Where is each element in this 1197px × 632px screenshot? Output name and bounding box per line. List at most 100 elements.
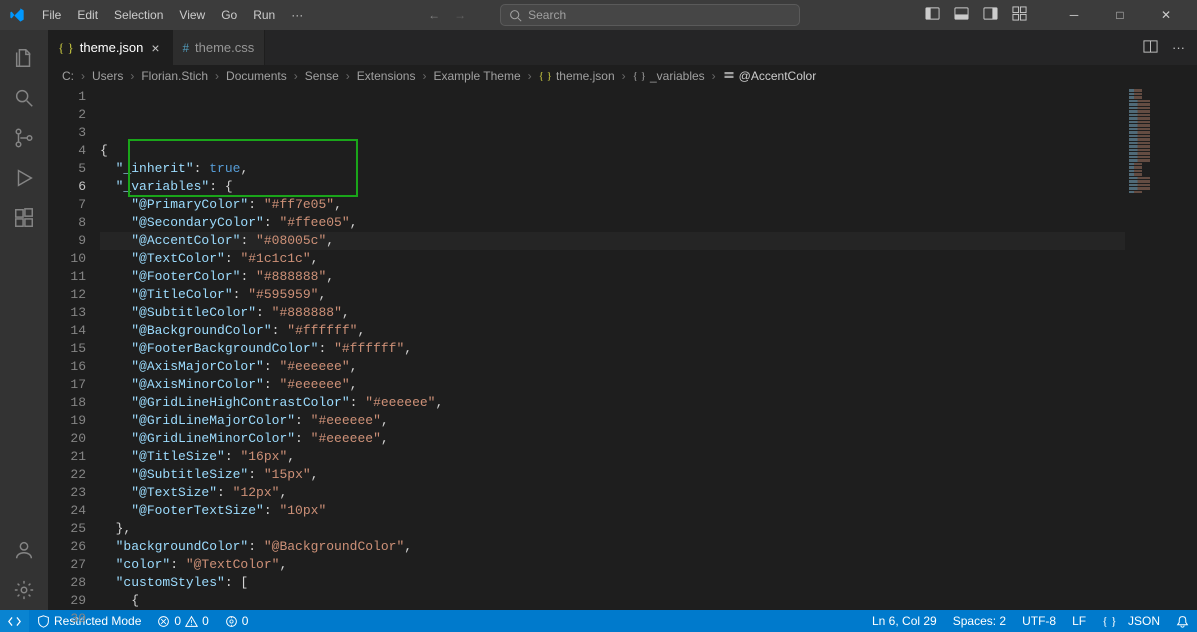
extensions-activity-icon[interactable] [0, 198, 48, 238]
breadcrumb-segment[interactable]: { }theme.json [539, 69, 615, 83]
customize-layout-icon[interactable] [1012, 6, 1027, 24]
breadcrumb-segment[interactable]: Extensions [357, 69, 416, 83]
code-line[interactable]: "_variables": { [100, 178, 1125, 196]
breadcrumb-segment[interactable]: Sense [305, 69, 339, 83]
window-minimize-button[interactable]: ─ [1051, 0, 1097, 30]
breadcrumb-segment[interactable]: Users [92, 69, 123, 83]
editor[interactable]: 1234567891011121314151617181920212223242… [48, 87, 1197, 610]
minimap-line [1129, 124, 1171, 127]
warning-icon [185, 615, 198, 628]
code-line[interactable]: "@SecondaryColor": "#ffee05", [100, 214, 1125, 232]
code-line[interactable]: "@FooterBackgroundColor": "#ffffff", [100, 340, 1125, 358]
toggle-sidebar-right-icon[interactable] [983, 6, 998, 24]
code-line[interactable]: "@SubtitleSize": "15px", [100, 466, 1125, 484]
menu-go[interactable]: Go [213, 0, 245, 30]
menu-overflow-button[interactable]: ··· [283, 8, 311, 22]
code-line[interactable]: "color": "@TextColor", [100, 556, 1125, 574]
code-line[interactable]: "@SubtitleColor": "#888888", [100, 304, 1125, 322]
code-line[interactable]: "@GridLineMinorColor": "#eeeeee", [100, 430, 1125, 448]
code-line[interactable]: "customStyles": [ [100, 574, 1125, 592]
problems-button[interactable]: 0 0 [149, 610, 216, 632]
code-line[interactable]: "@TextColor": "#1c1c1c", [100, 250, 1125, 268]
explorer-activity-icon[interactable] [0, 38, 48, 78]
eol-button[interactable]: LF [1064, 610, 1094, 632]
settings-activity-icon[interactable] [0, 570, 48, 610]
minimap-line [1129, 93, 1155, 96]
minimap-line [1129, 191, 1155, 194]
menu-file[interactable]: File [34, 0, 69, 30]
breadcrumb-segment[interactable]: { }_variables [633, 69, 705, 83]
code-line[interactable]: "@GridLineHighContrastColor": "#eeeeee", [100, 394, 1125, 412]
code-line[interactable]: "backgroundColor": "@BackgroundColor", [100, 538, 1125, 556]
breadcrumbs[interactable]: C:›Users›Florian.Stich›Documents›Sense›E… [48, 65, 1197, 87]
minimap-line [1129, 121, 1171, 124]
code-line[interactable]: "@TitleSize": "16px", [100, 448, 1125, 466]
chevron-right-icon: › [78, 69, 88, 83]
title-bar: FileEditSelectionViewGoRun ··· ← → Searc… [0, 0, 1197, 30]
window-close-button[interactable]: ✕ [1143, 0, 1189, 30]
tab-label: theme.css [195, 40, 254, 55]
minimap-line [1129, 138, 1171, 141]
breadcrumb-segment[interactable]: C: [62, 69, 74, 83]
line-number: 24 [48, 502, 86, 520]
minimap-line [1129, 135, 1171, 138]
error-count: 0 [174, 614, 181, 628]
code-line[interactable]: "@BackgroundColor": "#ffffff", [100, 322, 1125, 340]
minimap-line [1129, 163, 1155, 166]
tab-theme-json[interactable]: { }theme.json× [48, 30, 173, 65]
ports-button[interactable]: 0 [217, 610, 257, 632]
code-line[interactable]: "@FooterTextSize": "10px" [100, 502, 1125, 520]
chevron-right-icon: › [127, 69, 137, 83]
cursor-position-button[interactable]: Ln 6, Col 29 [864, 610, 945, 632]
line-number-gutter: 1234567891011121314151617181920212223242… [48, 87, 100, 610]
remote-indicator-button[interactable] [0, 610, 29, 632]
breadcrumb-segment[interactable]: @AccentColor [723, 69, 817, 84]
code-line[interactable]: "@AccentColor": "#08005c", [100, 232, 1125, 250]
nav-back-button[interactable]: ← [428, 8, 440, 22]
accounts-activity-icon[interactable] [0, 530, 48, 570]
code-line[interactable]: "_inherit": true, [100, 160, 1125, 178]
menu-edit[interactable]: Edit [69, 0, 106, 30]
code-line[interactable]: "@AxisMinorColor": "#eeeeee", [100, 376, 1125, 394]
menu-selection[interactable]: Selection [106, 0, 171, 30]
code-line[interactable]: { [100, 142, 1125, 160]
nav-forward-button[interactable]: → [454, 8, 466, 22]
encoding-button[interactable]: UTF-8 [1014, 610, 1064, 632]
toggle-panel-icon[interactable] [954, 6, 969, 24]
minimap-line [1129, 145, 1171, 148]
menu-run[interactable]: Run [245, 0, 283, 30]
line-number: 16 [48, 358, 86, 376]
toggle-sidebar-left-icon[interactable] [925, 6, 940, 24]
tab-theme-css[interactable]: #theme.css [173, 30, 266, 65]
search-activity-icon[interactable] [0, 78, 48, 118]
code-line[interactable]: "@PrimaryColor": "#ff7e05", [100, 196, 1125, 214]
code-line[interactable]: "@TitleColor": "#595959", [100, 286, 1125, 304]
code-line[interactable]: "@TextSize": "12px", [100, 484, 1125, 502]
window-maximize-button[interactable]: □ [1097, 0, 1143, 30]
source-control-activity-icon[interactable] [0, 118, 48, 158]
code-line[interactable]: "@GridLineMajorColor": "#eeeeee", [100, 412, 1125, 430]
code-line[interactable]: { [100, 592, 1125, 610]
code-line[interactable]: "@FooterColor": "#888888", [100, 268, 1125, 286]
line-number: 7 [48, 196, 86, 214]
minimap[interactable] [1125, 87, 1197, 610]
notifications-button[interactable] [1168, 610, 1197, 632]
split-editor-icon[interactable] [1143, 39, 1158, 57]
breadcrumb-segment[interactable]: Documents [226, 69, 287, 83]
code-content[interactable]: { "_inherit": true, "_variables": { "@Pr… [100, 87, 1125, 610]
run-debug-activity-icon[interactable] [0, 158, 48, 198]
line-number: 23 [48, 484, 86, 502]
breadcrumb-segment[interactable]: Florian.Stich [141, 69, 208, 83]
code-line[interactable]: "@AxisMajorColor": "#eeeeee", [100, 358, 1125, 376]
indentation-button[interactable]: Spaces: 2 [945, 610, 1014, 632]
command-center-search[interactable]: Search [500, 4, 800, 26]
menu-view[interactable]: View [171, 0, 213, 30]
minimap-line [1129, 152, 1171, 155]
code-line[interactable]: }, [100, 520, 1125, 538]
more-actions-icon[interactable]: ··· [1172, 40, 1185, 55]
language-mode-button[interactable]: { } JSON [1094, 610, 1168, 632]
tab-close-button[interactable]: × [149, 40, 161, 56]
breadcrumb-segment[interactable]: Example Theme [433, 69, 520, 83]
line-number: 13 [48, 304, 86, 322]
line-number: 25 [48, 520, 86, 538]
